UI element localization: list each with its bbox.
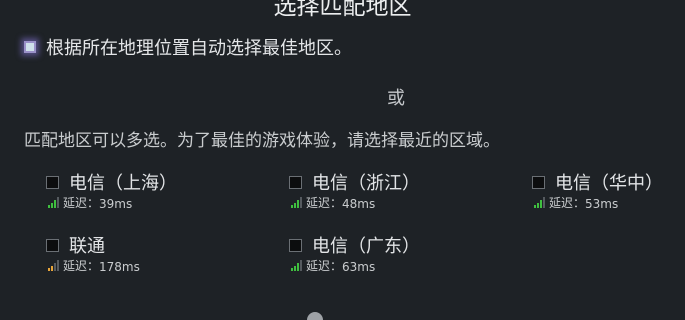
auto-select-option[interactable]: 根据所在地理位置自动选择最佳地区。 — [24, 34, 352, 60]
region-option-telecom-central[interactable]: 电信（华中） 延迟： 53ms — [532, 170, 685, 211]
latency-value: 39ms — [99, 197, 133, 211]
signal-bars-icon — [534, 197, 545, 208]
or-divider: 或 — [387, 88, 405, 109]
region-option-telecom-zhejiang[interactable]: 电信（浙江） 延迟： 48ms — [289, 170, 519, 211]
region-option-unicom[interactable]: 联通 延迟： 178ms — [46, 233, 276, 274]
latency-value: 53ms — [585, 197, 619, 211]
latency-value: 178ms — [99, 260, 140, 274]
signal-bars-icon — [48, 197, 59, 208]
auto-select-label: 根据所在地理位置自动选择最佳地区。 — [46, 38, 352, 59]
region-name: 电信（上海） — [69, 173, 177, 194]
region-name: 联通 — [69, 236, 105, 257]
region-instructions: 匹配地区可以多选。为了最佳的游戏体验，请选择最近的区域。 — [24, 131, 500, 151]
region-option-telecom-shanghai[interactable]: 电信（上海） 延迟： 39ms — [46, 170, 276, 211]
signal-bars-icon — [291, 197, 302, 208]
latency-label: 延迟： — [63, 196, 100, 210]
region-option-telecom-guangdong[interactable]: 电信（广东） 延迟： 63ms — [289, 233, 519, 274]
region-checkbox[interactable] — [532, 175, 545, 189]
region-name: 电信（浙江） — [312, 173, 420, 194]
scroll-indicator[interactable] — [307, 312, 323, 320]
latency-label: 延迟： — [306, 259, 343, 273]
region-checkbox[interactable] — [289, 238, 302, 252]
region-name: 电信（华中） — [555, 173, 663, 194]
signal-bars-icon — [48, 260, 59, 271]
region-name: 电信（广东） — [312, 236, 420, 257]
auto-select-checkbox[interactable] — [24, 41, 36, 53]
region-checkbox[interactable] — [46, 238, 59, 252]
region-checkbox[interactable] — [289, 175, 302, 189]
latency-label: 延迟： — [549, 196, 586, 210]
latency-label: 延迟： — [306, 196, 343, 210]
latency-label: 延迟： — [63, 259, 100, 273]
signal-bars-icon — [291, 260, 302, 271]
region-checkbox[interactable] — [46, 175, 59, 189]
latency-value: 48ms — [342, 197, 376, 211]
latency-value: 63ms — [342, 260, 376, 274]
dialog-title: 选择匹配地区 — [273, 0, 412, 20]
